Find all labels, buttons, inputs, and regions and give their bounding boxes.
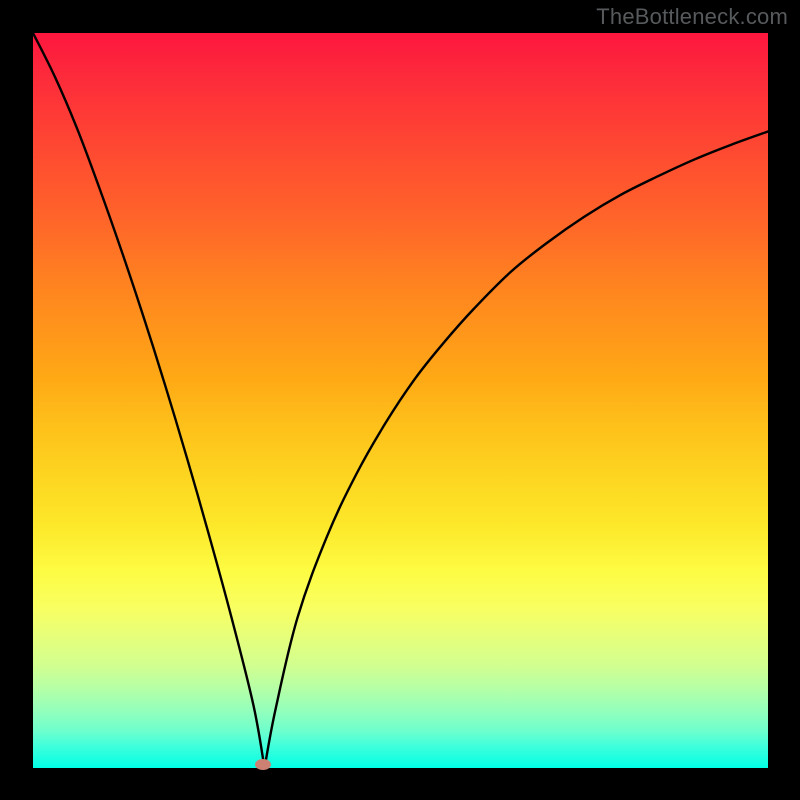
bottleneck-curve — [33, 33, 768, 768]
chart-frame: TheBottleneck.com — [0, 0, 800, 800]
watermark-text: TheBottleneck.com — [596, 4, 788, 30]
plot-area — [33, 33, 768, 768]
curve-path — [33, 33, 768, 768]
optimum-marker — [255, 759, 271, 770]
